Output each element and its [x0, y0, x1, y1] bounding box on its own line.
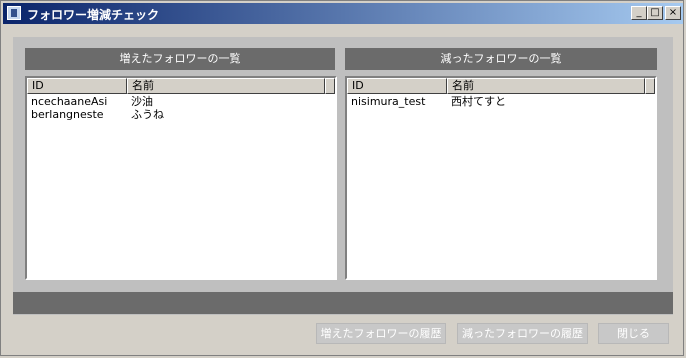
- close-button[interactable]: 閉じる: [598, 323, 669, 344]
- decreased-followers-list[interactable]: ID 名前 nisimura_test 西村てすと: [345, 76, 657, 280]
- cell-id: nisimura_test: [351, 95, 426, 108]
- cell-id: berlangneste: [31, 108, 104, 121]
- increased-followers-list[interactable]: ID 名前 ncechaaneAsi 沙油 berlangneste ふうね: [25, 76, 337, 280]
- column-header-filler: [325, 78, 335, 94]
- decreased-followers-header: 減ったフォロワーの一覧: [345, 48, 657, 70]
- minimize-button[interactable]: _: [631, 6, 647, 20]
- increased-followers-header: 増えたフォロワーの一覧: [25, 48, 335, 70]
- main-window: フォロワー増減チェック _ □ × 増えたフォロワーの一覧 減ったフォロワーの一…: [0, 0, 684, 356]
- title-bar[interactable]: フォロワー増減チェック _ □ ×: [3, 3, 683, 24]
- close-window-button[interactable]: ×: [665, 6, 681, 20]
- app-icon: [7, 6, 21, 20]
- column-header-id[interactable]: ID: [27, 78, 127, 94]
- window-title: フォロワー増減チェック: [27, 8, 160, 22]
- cell-name: ふうね: [131, 108, 164, 121]
- column-header-filler: [645, 78, 655, 94]
- status-bar: [13, 292, 673, 314]
- maximize-button[interactable]: □: [647, 6, 663, 20]
- column-header-name[interactable]: 名前: [127, 78, 325, 94]
- column-header-id[interactable]: ID: [347, 78, 447, 94]
- cell-name: 西村てすと: [451, 95, 506, 108]
- increase-history-button[interactable]: 増えたフォロワーの履歴: [316, 323, 446, 344]
- cell-id: ncechaaneAsi: [31, 95, 108, 108]
- decrease-history-button[interactable]: 減ったフォロワーの履歴: [457, 323, 588, 344]
- client-area: 増えたフォロワーの一覧 減ったフォロワーの一覧 ID 名前 ncechaaneA…: [13, 37, 673, 315]
- cell-name: 沙油: [131, 95, 153, 108]
- column-header-name[interactable]: 名前: [447, 78, 645, 94]
